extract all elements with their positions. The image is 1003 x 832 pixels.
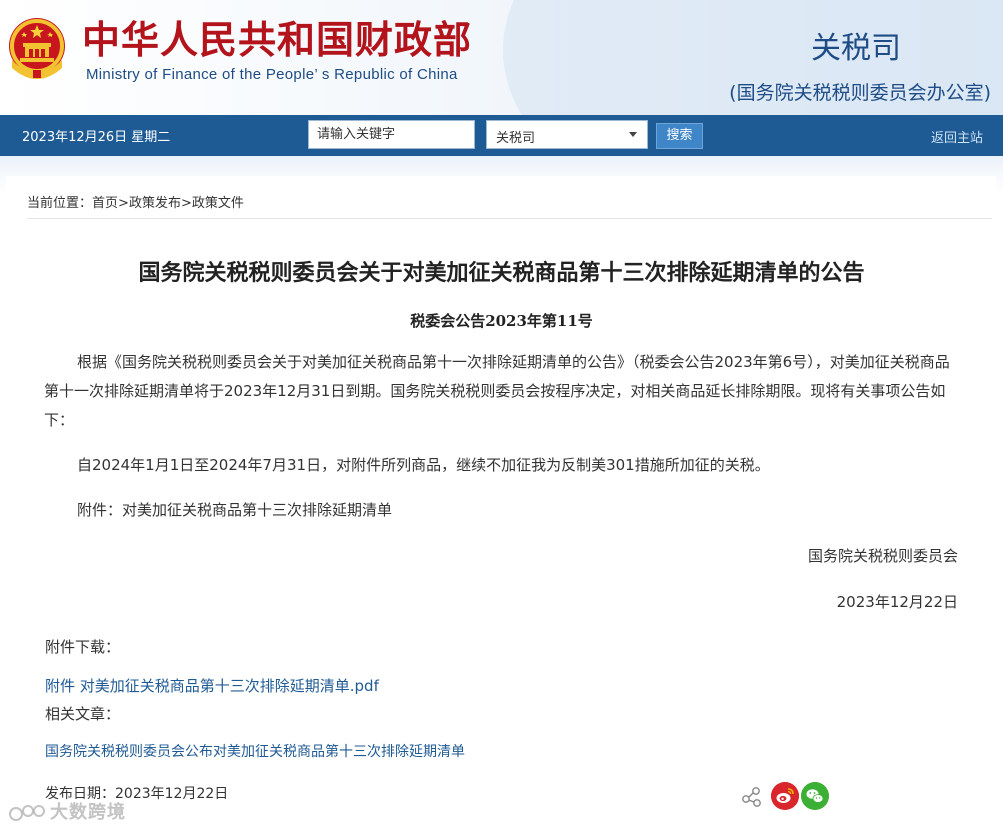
department-subtitle: (国务院关税税则委员会办公室) <box>729 82 991 104</box>
weibo-icon[interactable] <box>771 782 799 810</box>
divider <box>27 218 992 219</box>
search-input[interactable] <box>308 120 475 149</box>
department-select-value: 关税司 <box>496 131 536 146</box>
department-title: 关税司 <box>811 31 901 66</box>
chevron-down-icon <box>629 132 637 137</box>
search-button[interactable]: 搜索 <box>656 123 703 149</box>
document-number: 税委会公告2023年第11号 <box>410 312 593 330</box>
attachment-download-link[interactable]: 附件 对美加征关税商品第十三次排除延期清单.pdf <box>45 675 379 696</box>
ministry-name-cn: 中华人民共和国财政部 <box>82 18 473 62</box>
ministry-name-en: Ministry of Finance of the People’ s Rep… <box>86 66 458 83</box>
article-sign-date: 2023年12月22日 <box>836 593 958 611</box>
attachments-label: 附件下载： <box>45 638 121 656</box>
article-signer: 国务院关税税则委员会 <box>807 547 958 565</box>
breadcrumb-separator: > <box>118 196 129 211</box>
breadcrumb: 当前位置：首页>政策发布>政策文件 <box>27 192 244 211</box>
article-title: 国务院关税税则委员会关于对美加征关税商品第十三次排除延期清单的公告 <box>138 261 865 286</box>
site-header: 中华人民共和国财政部 Ministry of Finance of the Pe… <box>0 0 1003 115</box>
current-date: 2023年12月26日 星期二 <box>22 130 171 145</box>
watermark: 大数跨境 <box>8 798 126 824</box>
share-icon[interactable] <box>738 783 764 809</box>
breadcrumb-prefix: 当前位置： <box>27 196 93 211</box>
related-article-link[interactable]: 国务院关税税则委员会公布对美加征关税商品第十三次排除延期清单 <box>45 741 465 761</box>
department-select[interactable]: 关税司 <box>486 120 648 149</box>
return-home-link[interactable]: 返回主站 <box>931 127 983 146</box>
breadcrumb-separator: > <box>180 196 192 211</box>
related-articles-label: 相关文章： <box>45 705 121 723</box>
breadcrumb-item-policy-documents[interactable]: 政策文件 <box>192 196 244 211</box>
article-paragraph: 自2024年1月1日至2024年7月31日，对附件所列商品，继续不加征我为反制美… <box>77 456 770 474</box>
national-emblem-icon[interactable] <box>6 16 68 80</box>
breadcrumb-item-policy-release[interactable]: 政策发布 <box>129 196 181 211</box>
article-paragraph: 根据《国务院关税税则委员会关于对美加征关税商品第十一次排除延期清单的公告》（税委… <box>44 353 950 429</box>
wechat-icon[interactable] <box>801 782 829 810</box>
watermark-text: 大数跨境 <box>50 802 126 823</box>
watermark-logo-icon <box>9 805 45 821</box>
breadcrumb-item-home[interactable]: 首页 <box>92 196 118 211</box>
article-paragraph: 附件：对美加征关税商品第十三次排除延期清单 <box>77 501 393 519</box>
nav-bar: 2023年12月26日 星期二 关税司 搜索 返回主站 <box>0 115 1003 156</box>
